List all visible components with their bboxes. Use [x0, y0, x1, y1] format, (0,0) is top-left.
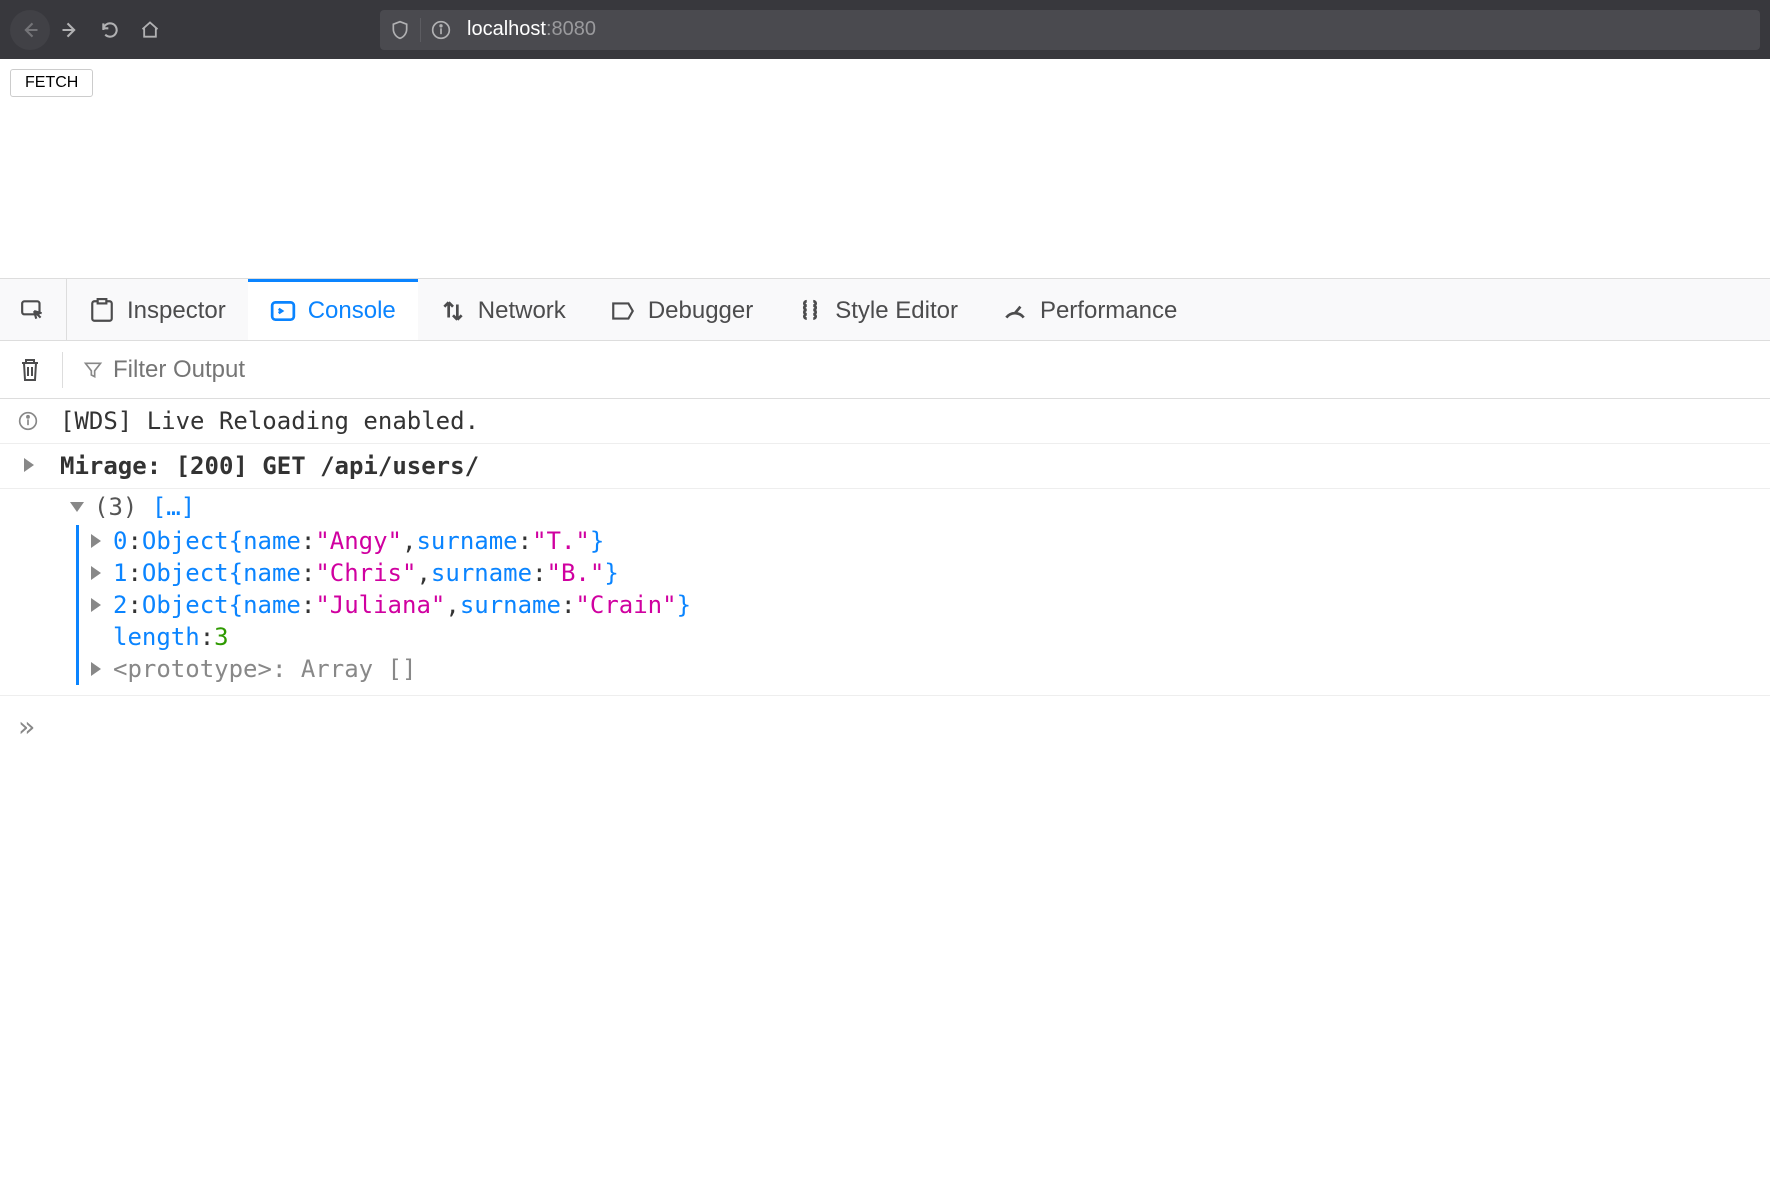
url-host: localhost [467, 18, 546, 40]
home-icon [140, 20, 160, 40]
expand-caret-icon[interactable] [91, 566, 101, 580]
page-content: FETCH [0, 59, 1770, 278]
address-bar[interactable]: localhost:8080 [380, 10, 1760, 50]
expand-caret-icon[interactable] [91, 534, 101, 548]
console-toolbar [0, 341, 1770, 399]
browser-toolbar: localhost:8080 [0, 0, 1770, 59]
trash-icon [18, 356, 42, 384]
back-button[interactable] [10, 10, 50, 50]
tab-inspector-label: Inspector [127, 297, 226, 325]
expand-caret[interactable] [18, 452, 60, 472]
home-button[interactable] [130, 10, 170, 50]
tab-network[interactable]: Network [418, 279, 588, 340]
element-picker-button[interactable] [0, 279, 67, 340]
devtools-tabs: Inspector Console Network Debugger Style… [0, 279, 1770, 341]
expand-caret-icon[interactable] [91, 598, 101, 612]
tab-debugger[interactable]: Debugger [588, 279, 775, 340]
tab-debugger-label: Debugger [648, 297, 753, 325]
reload-button[interactable] [90, 10, 130, 50]
clear-console-button[interactable] [18, 352, 63, 388]
console-prompt[interactable]: » [0, 696, 1770, 757]
array-count: (3) [94, 493, 137, 521]
array-length: length: 3 [91, 621, 1752, 653]
network-icon [440, 298, 466, 324]
array-item[interactable]: 2: Object { name: "Juliana", surname: "C… [91, 589, 1752, 621]
style-editor-icon [797, 298, 823, 324]
array-brackets: […] [152, 493, 195, 521]
separator [420, 18, 421, 42]
debugger-icon [610, 298, 636, 324]
array-prototype[interactable]: <prototype>: Array [] [91, 653, 1752, 685]
tab-style-editor[interactable]: Style Editor [775, 279, 980, 340]
chevron-prompt-icon: » [18, 710, 29, 743]
info-message: [WDS] Live Reloading enabled. [60, 407, 479, 435]
console-mirage-row[interactable]: Mirage: [200] GET /api/users/ [0, 444, 1770, 489]
filter-input[interactable] [113, 356, 413, 384]
inspector-icon [89, 298, 115, 324]
forward-button[interactable] [50, 10, 90, 50]
info-icon [18, 411, 38, 431]
array-body: 0: Object { name: "Angy", surname: "T." … [76, 525, 1752, 685]
mirage-message: Mirage: [200] GET /api/users/ [60, 452, 479, 480]
array-item[interactable]: 1: Object { name: "Chris", surname: "B."… [91, 557, 1752, 589]
picker-icon [20, 297, 46, 323]
arrow-left-icon [20, 20, 40, 40]
tab-inspector[interactable]: Inspector [67, 279, 248, 340]
fetch-button[interactable]: FETCH [10, 69, 93, 97]
collapse-caret-icon[interactable] [70, 502, 84, 512]
tab-network-label: Network [478, 297, 566, 325]
reload-icon [100, 20, 120, 40]
console-array-row[interactable]: (3) […] 0: Object { name: "Angy", surnam… [0, 489, 1770, 696]
tab-console-label: Console [308, 297, 396, 325]
url-port: :8080 [546, 18, 596, 40]
tab-performance[interactable]: Performance [980, 279, 1199, 340]
devtools-panel: Inspector Console Network Debugger Style… [0, 278, 1770, 757]
funnel-icon [83, 359, 103, 381]
expand-caret-icon[interactable] [91, 662, 101, 676]
tab-style-editor-label: Style Editor [835, 297, 958, 325]
tab-performance-label: Performance [1040, 297, 1177, 325]
tab-console[interactable]: Console [248, 279, 418, 340]
array-item[interactable]: 0: Object { name: "Angy", surname: "T." … [91, 525, 1752, 557]
console-output: [WDS] Live Reloading enabled. Mirage: [2… [0, 399, 1770, 757]
console-icon [270, 298, 296, 324]
arrow-right-icon [60, 20, 80, 40]
shield-icon [390, 20, 410, 40]
filter-wrapper [83, 356, 413, 384]
console-info-row[interactable]: [WDS] Live Reloading enabled. [0, 399, 1770, 444]
info-circle-icon [431, 20, 451, 40]
performance-icon [1002, 298, 1028, 324]
